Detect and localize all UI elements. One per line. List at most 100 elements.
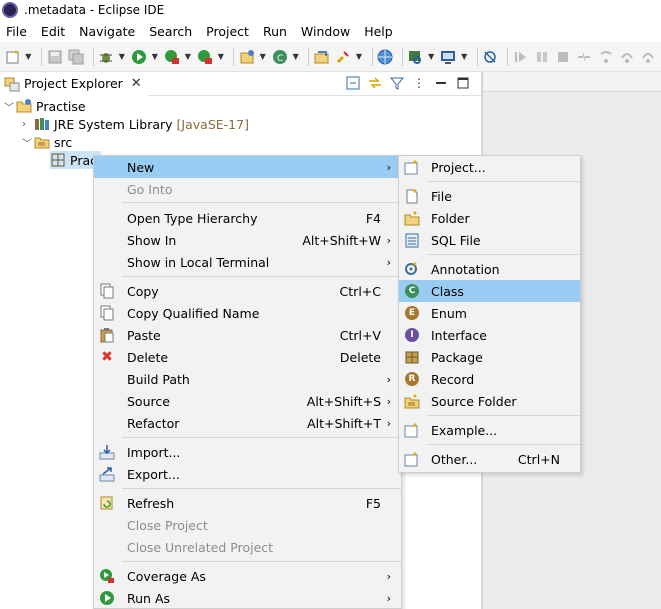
chevron-down-icon[interactable]: ▼ [185,52,193,61]
submenu-item-sql-file[interactable]: SQL File [399,229,580,251]
chevron-right-icon[interactable]: › [22,119,34,130]
submenu-item-file[interactable]: File [399,185,580,207]
filter-icon[interactable] [389,75,405,91]
menu-item-copy-qualified-name[interactable]: Copy Qualified Name [94,302,401,324]
link-with-editor-icon[interactable] [367,75,383,91]
menu-item-source[interactable]: Source Alt+Shift+S › [94,390,401,412]
submenu-item-enum[interactable]: E Enum [399,302,580,324]
menu-window[interactable]: Window [295,24,358,39]
collapse-all-icon[interactable] [345,75,361,91]
menu-help[interactable]: Help [358,24,401,39]
submenu-item-example[interactable]: Example... [399,419,580,441]
submenu-item-other[interactable]: Other... Ctrl+N [399,448,580,470]
coverage-icon[interactable] [163,48,180,66]
external-tools-icon[interactable] [196,48,213,66]
eclipse-logo-icon [2,2,18,18]
menu-item-shortcut: Ctrl+V [339,327,381,343]
menu-item-label: Interface [431,327,487,343]
menu-item-paste[interactable]: Paste Ctrl+V [94,324,401,346]
menu-item-label: Record [431,371,475,387]
menu-project[interactable]: Project [200,24,257,39]
tree-item-jre[interactable]: › JRE System Library [JavaSE-17] [22,115,249,133]
menu-item-run-as[interactable]: Run As › [94,587,401,609]
source-folder-icon [34,134,50,150]
run-icon[interactable] [130,48,147,66]
menu-edit[interactable]: Edit [35,24,73,39]
submenu-item-project[interactable]: Project... [399,156,580,178]
tree-item-src[interactable]: ﹀ src [22,133,72,151]
interface-icon: I [404,327,420,343]
chevron-down-icon[interactable]: ▼ [218,52,226,61]
tree-item-project[interactable]: ﹀ Practise [4,97,86,115]
menu-item-show-in[interactable]: Show In Alt+Shift+W › [94,229,401,251]
menu-item-show-in-local-terminal[interactable]: Show in Local Terminal › [94,251,401,273]
menu-item-build-path[interactable]: Build Path › [94,368,401,390]
chevron-down-icon[interactable]: ▼ [428,52,436,61]
new-wizard-icon[interactable] [4,48,21,66]
submenu-item-folder[interactable]: Folder [399,207,580,229]
submenu-item-package[interactable]: Package [399,346,580,368]
menu-item-open-type-hierarchy[interactable]: Open Type Hierarchy F4 [94,207,401,229]
debug-icon[interactable] [97,48,114,66]
export-icon [99,466,115,482]
submenu-item-source-folder[interactable]: Source Folder [399,390,580,412]
menu-item-delete[interactable]: ✖ Delete Delete [94,346,401,368]
globe-icon[interactable] [377,48,394,66]
chevron-down-icon[interactable]: ﹀ [22,135,34,150]
save-all-icon[interactable] [67,48,84,66]
menu-item-label: Copy Qualified Name [127,305,260,321]
menu-navigate[interactable]: Navigate [73,24,143,39]
submenu-item-class[interactable]: C Class [399,280,580,302]
submenu-item-annotation[interactable]: Annotation [399,258,580,280]
view-menu-icon[interactable]: ⋮ [411,75,427,91]
new-java-project-icon[interactable] [238,48,255,66]
menu-search[interactable]: Search [143,24,200,39]
submenu-item-record[interactable]: R Record [399,368,580,390]
skip-breakpoints-icon[interactable] [482,48,499,66]
package-icon [404,349,420,365]
step-return-icon [640,48,657,66]
submenu-item-interface[interactable]: I Interface [399,324,580,346]
terminal-search-icon[interactable] [407,48,424,66]
menu-file[interactable]: File [0,24,35,39]
menu-item-label: Example... [431,422,498,438]
delete-icon: ✖ [101,349,113,365]
menu-item-export[interactable]: Export... [94,463,401,485]
save-icon[interactable] [46,48,63,66]
menu-separator [122,202,401,203]
toolbar-separator [233,47,235,66]
menu-separator [122,488,401,489]
chevron-down-icon[interactable]: ▼ [461,52,469,61]
menu-item-refactor[interactable]: Refactor Alt+Shift+T › [94,412,401,434]
chevron-down-icon[interactable]: ▼ [356,52,364,61]
menu-item-refresh[interactable]: Refresh F5 [94,492,401,514]
search-icon[interactable] [335,48,352,66]
jre-version: [JavaSE-17] [176,116,249,132]
minimize-icon[interactable] [433,75,449,91]
open-type-icon[interactable] [313,48,330,66]
tab-project-explorer[interactable]: Project Explorer ✕ [0,71,148,96]
menu-item-new[interactable]: New › [94,156,401,178]
menu-item-copy[interactable]: Copy Ctrl+C [94,280,401,302]
menu-run[interactable]: Run [257,24,295,39]
chevron-down-icon[interactable]: ▼ [152,52,160,61]
menu-separator [122,561,401,562]
chevron-down-icon[interactable]: ▼ [25,52,33,61]
menu-item-shortcut: F5 [365,495,381,511]
step-over-icon [618,48,635,66]
menu-item-import[interactable]: Import... [94,441,401,463]
monitor-icon[interactable] [440,48,457,66]
class-icon: C [404,283,420,299]
chevron-down-icon[interactable]: ▼ [260,52,268,61]
chevron-down-icon[interactable]: ﹀ [4,99,16,114]
jre-label: JRE System Library [54,116,173,132]
menu-item-label: Show In [127,232,177,248]
maximize-icon[interactable] [455,75,471,91]
chevron-down-icon[interactable]: ▼ [119,52,127,61]
close-icon[interactable]: ✕ [131,76,142,91]
new-submenu: Project... File Folder SQL File Annotati… [398,155,581,473]
chevron-down-icon[interactable]: ▼ [293,52,301,61]
menu-item-shortcut: Alt+Shift+T [307,415,381,431]
menu-item-coverage-as[interactable]: Coverage As › [94,565,401,587]
new-class-icon[interactable]: C [271,48,288,66]
